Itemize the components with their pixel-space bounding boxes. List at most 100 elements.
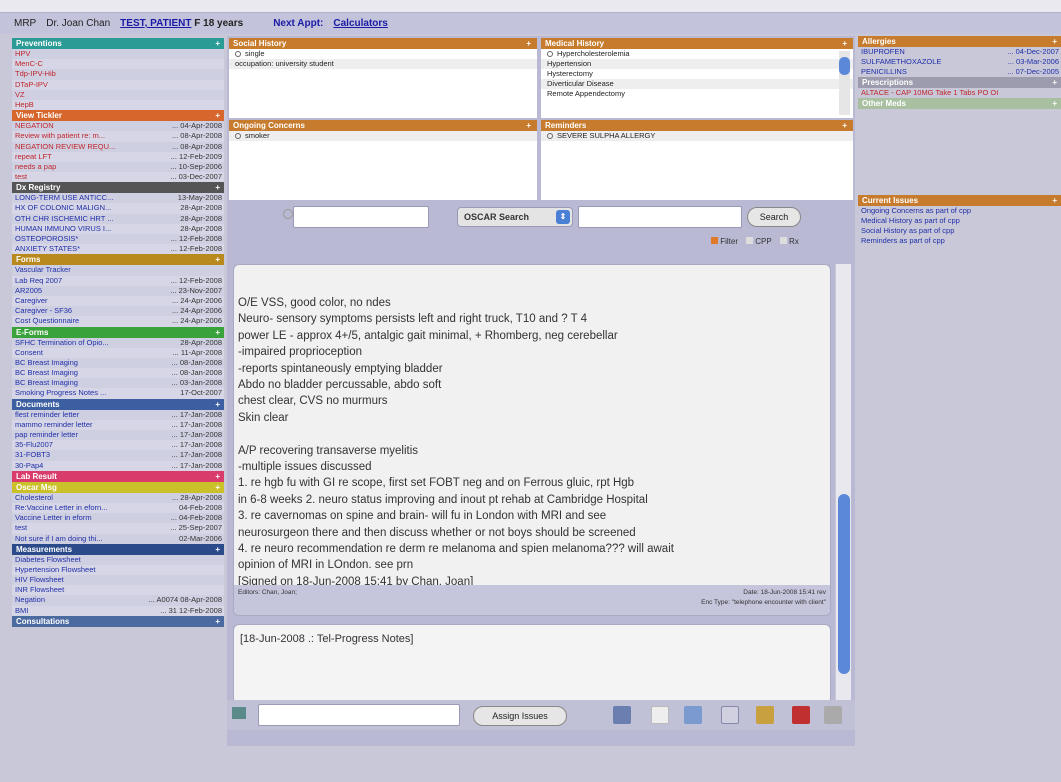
list-item[interactable]: IBUPROFEN ... 04-Dec-2007 [858,47,1061,57]
list-item[interactable]: ANXIETY STATES* ... 12-Feb-2008 [12,244,224,255]
new-note-box[interactable]: [18-Jun-2008 .: Tel-Progress Notes] [233,624,831,704]
list-item[interactable]: SULFAMETHOXAZOLE ... 03-Mar-2006 [858,57,1061,67]
list-item[interactable]: 35-Flu2007 ... 17-Jan-2008 [12,440,224,451]
list-item[interactable]: VZ [12,89,224,100]
verify-icon[interactable] [721,706,739,724]
section-header-forms[interactable]: Forms + [12,254,224,266]
chevron-down-icon[interactable]: ⇕ [556,210,570,224]
search-input[interactable] [578,206,742,228]
section-header-othermeds[interactable]: Other Meds + [858,98,1061,109]
list-item[interactable]: single [229,49,537,59]
list-item[interactable]: HPV [12,49,224,60]
section-header-allergies[interactable]: Allergies + [858,36,1061,47]
list-item[interactable]: Diverticular Disease [541,79,853,89]
add-icon[interactable]: + [842,39,847,48]
add-icon[interactable]: + [215,400,220,409]
calculators-link[interactable]: Calculators [333,18,387,29]
list-item[interactable]: Vascular Tracker [12,265,224,276]
sign-icon[interactable] [684,706,702,724]
list-item[interactable]: HX OF COLONIC MALIGN... 28-Apr-2008 [12,203,224,214]
ongoing-concerns-header[interactable]: Ongoing Concerns + [229,120,537,131]
list-item[interactable]: HUMAN IMMUNO VIRUS I... 28-Apr-2008 [12,223,224,234]
medical-history-header[interactable]: Medical History + [541,38,853,49]
list-item[interactable]: 30-Pap4 ... 17-Jan-2008 [12,460,224,471]
add-icon[interactable]: + [215,111,220,120]
notes-scrollbar[interactable] [835,264,851,704]
list-item[interactable]: Social History as part of cpp [858,226,1061,236]
list-item[interactable]: Hypertension [541,59,853,69]
list-item[interactable]: smoker [229,131,537,141]
add-icon[interactable]: + [1052,196,1057,205]
add-icon[interactable]: + [1052,37,1057,46]
list-item[interactable]: BC Breast Imaging ... 08-Jan-2008 [12,368,224,379]
list-item[interactable]: OSTEOPOROSIS* ... 12-Feb-2008 [12,234,224,245]
list-item[interactable]: BMI ... 31 12-Feb-2008 [12,605,224,616]
assign-issues-button[interactable]: Assign Issues [473,706,567,726]
list-item[interactable]: Hypercholesterolemia [541,49,853,59]
list-item[interactable]: Lab Req 2007 ... 12-Feb-2008 [12,275,224,286]
reminders-header[interactable]: Reminders + [541,120,853,131]
list-item[interactable]: repeat LFT ... 12-Feb-2009 [12,151,224,162]
list-item[interactable]: Tdp-IPV-Hib [12,69,224,80]
list-item[interactable]: Review with patient re: m... ... 08-Apr-2… [12,131,224,142]
list-item[interactable]: HepB [12,99,224,111]
list-item[interactable]: LONG-TERM USE ANTICC... 13-May-2008 [12,193,224,204]
list-item[interactable]: test ... 03-Dec-2007 [12,172,224,183]
list-item[interactable]: 31-FOBT3 ... 17-Jan-2008 [12,450,224,461]
patient-name-link[interactable]: TEST, PATIENT [120,18,191,29]
section-header-measurements[interactable]: Measurements + [12,543,224,555]
list-item[interactable]: needs a pap ... 10-Sep-2006 [12,161,224,173]
add-icon[interactable]: + [1052,99,1057,108]
issue-input[interactable] [258,704,460,726]
encounter-note[interactable]: O/E VSS, good color, no ndes Neuro- senso… [233,264,831,616]
list-item[interactable]: BC Breast Imaging ... 08-Jan-2008 [12,357,224,369]
section-header-tickler[interactable]: View Tickler + [12,110,224,122]
print-preview-icon[interactable] [756,706,774,724]
new-note-text[interactable]: [18-Jun-2008 .: Tel-Progress Notes] [240,633,413,645]
list-item[interactable]: Hysterectomy [541,69,853,79]
quick-search-input[interactable] [293,206,429,228]
list-item[interactable]: MenC-C [12,59,224,70]
list-item[interactable]: Vaccine Letter in eform ... 04-Feb-2008 [12,513,224,524]
list-item[interactable]: test ... 25-Sep-2007 [12,523,224,534]
list-item[interactable]: Negation ... A0074 08-Apr-2008 [12,595,224,606]
note-body[interactable]: O/E VSS, good color, no ndes Neuro- senso… [238,295,674,590]
list-item[interactable]: Cost Questionnaire ... 24-Apr-2006 [12,316,224,327]
list-item[interactable]: HIV Flowsheet [12,575,224,586]
scroll-thumb[interactable] [838,494,850,674]
search-type-select[interactable]: OSCAR Search ⇕ [457,207,573,227]
section-header-prescriptions[interactable]: Prescriptions + [858,77,1061,88]
list-item[interactable]: Not sure if I am doing thi... 02-Mar-2006 [12,533,224,544]
list-item[interactable]: AR2005 ... 23-Nov-2007 [12,285,224,296]
section-header-issues[interactable]: Current Issues + [858,195,1061,206]
save-icon[interactable] [613,706,631,724]
add-icon[interactable]: + [215,183,220,192]
list-item[interactable]: Diabetes Flowsheet [12,554,224,565]
list-item[interactable]: SFHC Termination of Opio... 28-Apr-2008 [12,337,224,348]
list-item[interactable]: flest reminder letter ... 17-Jan-2008 [12,409,224,420]
list-item[interactable]: ALTACE - CAP 10MG Take 1 Tabs PO OI [858,88,1061,98]
list-item[interactable]: NEGATION REVIEW REQU... ... 08-Apr-2008 [12,141,224,152]
list-item[interactable]: pap reminder letter ... 17-Jan-2008 [12,430,224,441]
add-icon[interactable]: + [215,617,220,626]
list-item[interactable]: BC Breast Imaging ... 03-Jan-2008 [12,378,224,389]
search-button[interactable]: Search [747,207,801,227]
list-item[interactable]: Cholesterol ... 28-Apr-2008 [12,492,224,503]
list-item[interactable]: Medical History as part of cpp [858,216,1061,226]
list-item[interactable]: Ongoing Concerns as part of cpp [858,206,1061,216]
scrollbar[interactable] [839,51,850,115]
section-header-preventions[interactable]: Preventions + [12,38,224,49]
list-item[interactable]: Reminders as part of cpp [858,236,1061,246]
list-item[interactable]: mammo reminder letter ... 17-Jan-2008 [12,419,224,430]
section-header-dx[interactable]: Dx Registry + [12,182,224,194]
list-item[interactable]: NEGATION ... 04-Apr-2008 [12,121,224,132]
add-icon[interactable]: + [215,483,220,492]
list-item[interactable]: Re:Vaccine Letter in eforn... 04-Feb-2008 [12,502,224,514]
list-item[interactable]: OTH CHR ISCHEMIC HRT ... 28-Apr-2008 [12,213,224,224]
note-icon[interactable] [232,707,246,719]
list-item[interactable]: Hypertension Flowsheet [12,564,224,576]
list-item[interactable]: DTaP-IPV [12,79,224,90]
section-header-eforms[interactable]: E-Forms + [12,326,224,338]
section-header-consultations[interactable]: Consultations + [12,615,224,627]
list-item[interactable]: INR Flowsheet [12,585,224,596]
